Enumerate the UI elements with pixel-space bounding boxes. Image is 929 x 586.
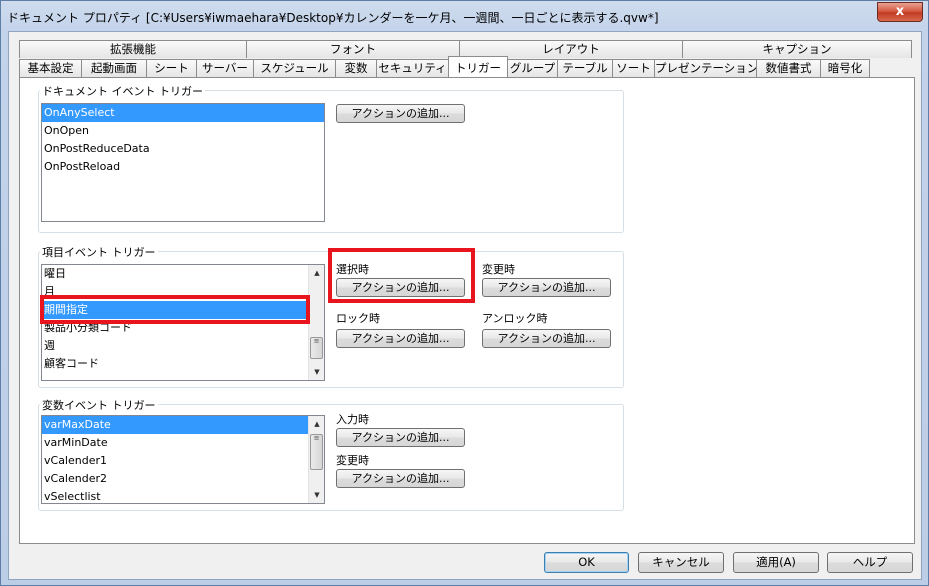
list-item[interactable]: 曜日 (42, 265, 324, 283)
dialog-body: 拡張機能 フォント レイアウト キャプション 基本設定 起動画面 シート サーバ… (8, 31, 922, 580)
close-icon[interactable]: x (877, 2, 923, 22)
tab-triggers[interactable]: トリガー (448, 56, 508, 77)
scroll-up-icon[interactable]: ▲ (309, 416, 324, 432)
list-item[interactable]: varMinDate (42, 434, 324, 452)
variable-on-change-add-action-button[interactable]: アクションの追加... (336, 469, 465, 488)
on-change-add-action-button[interactable]: アクションの追加... (482, 278, 611, 297)
tab-font[interactable]: フォント (246, 40, 460, 58)
list-item[interactable]: 月 (42, 283, 324, 301)
list-item[interactable]: OnPostReduceData (42, 140, 324, 158)
tab-groups[interactable]: グループ (507, 59, 558, 77)
variable-on-change-label: 変更時 (336, 454, 369, 467)
apply-button[interactable]: 適用(A) (733, 552, 819, 573)
tab-number[interactable]: 数値書式 (756, 59, 821, 77)
scroll-thumb[interactable]: ≡ (310, 337, 323, 359)
on-change-label: 変更時 (482, 263, 515, 276)
tab-variables[interactable]: 変数 (335, 59, 377, 77)
tab-row-bottom: 基本設定 起動画面 シート サーバー スケジュール 変数 セキュリティ トリガー… (19, 56, 870, 77)
ok-button[interactable]: OK (544, 552, 629, 573)
tab-presentation[interactable]: プレゼンテーション (654, 59, 757, 77)
field-list-scrollbar[interactable]: ▲ ≡ ▼ (308, 265, 324, 380)
document-properties-dialog: ドキュメント プロパティ [C:¥Users¥iwmaehara¥Desktop… (0, 0, 929, 586)
scroll-down-icon[interactable]: ▼ (309, 487, 324, 503)
tab-server[interactable]: サーバー (196, 59, 254, 77)
on-unlock-label: アンロック時 (482, 312, 548, 325)
tab-security[interactable]: セキュリティ (376, 59, 449, 77)
document-triggers-label: ドキュメント イベント トリガー (40, 83, 205, 99)
help-button[interactable]: ヘルプ (827, 552, 913, 573)
on-select-add-action-button[interactable]: アクションの追加... (336, 278, 465, 297)
triggers-panel: ドキュメント イベント トリガー OnAnySelect OnOpen OnPo… (19, 77, 915, 544)
list-item[interactable]: OnPostReload (42, 158, 324, 176)
title-bar[interactable]: ドキュメント プロパティ [C:¥Users¥iwmaehara¥Desktop… (1, 1, 928, 31)
list-item[interactable]: 製品小分類コード (42, 319, 324, 337)
on-lock-add-action-button[interactable]: アクションの追加... (336, 329, 465, 348)
list-item[interactable]: OnAnySelect (42, 104, 324, 122)
on-input-label: 入力時 (336, 413, 369, 426)
tab-encryption[interactable]: 暗号化 (820, 59, 870, 77)
on-select-label: 選択時 (336, 263, 369, 276)
field-event-list[interactable]: 曜日 月 期間指定 製品小分類コード 週 顧客コード ▲ ≡ ▼ (41, 264, 325, 381)
list-item[interactable]: 週 (42, 337, 324, 355)
tab-sheets[interactable]: シート (146, 59, 197, 77)
list-item[interactable]: vSelectlist (42, 488, 324, 503)
list-item[interactable]: 顧客コード (42, 355, 324, 373)
list-item[interactable]: vCalender1 (42, 452, 324, 470)
tab-sort[interactable]: ソート (612, 59, 655, 77)
document-add-action-button[interactable]: アクションの追加... (336, 104, 465, 123)
tab-general[interactable]: 基本設定 (19, 59, 82, 77)
field-triggers-label: 項目イベント トリガー (40, 244, 158, 260)
list-item[interactable]: varMaxDate (42, 416, 308, 434)
variable-list-scrollbar[interactable]: ▲ ≡ ▼ (308, 416, 324, 503)
list-item[interactable]: 期間指定 (42, 301, 308, 319)
window-title: ドキュメント プロパティ [C:¥Users¥iwmaehara¥Desktop… (7, 11, 659, 25)
tab-caption[interactable]: キャプション (682, 40, 912, 58)
variable-triggers-label: 変数イベント トリガー (40, 397, 158, 413)
list-item[interactable]: OnOpen (42, 122, 324, 140)
list-item[interactable]: vCalender2 (42, 470, 324, 488)
tab-scheduler[interactable]: スケジュール (253, 59, 336, 77)
on-unlock-add-action-button[interactable]: アクションの追加... (482, 329, 611, 348)
tab-extensions[interactable]: 拡張機能 (19, 40, 247, 58)
scroll-thumb[interactable]: ≡ (310, 434, 323, 470)
tab-tables[interactable]: テーブル (557, 59, 613, 77)
document-event-list[interactable]: OnAnySelect OnOpen OnPostReduceData OnPo… (41, 103, 325, 222)
variable-event-list[interactable]: varMaxDate varMinDate vCalender1 vCalend… (41, 415, 325, 504)
cancel-button[interactable]: キャンセル (638, 552, 724, 573)
on-input-add-action-button[interactable]: アクションの追加... (336, 428, 465, 447)
tab-opening[interactable]: 起動画面 (81, 59, 147, 77)
scroll-up-icon[interactable]: ▲ (309, 265, 324, 281)
scroll-down-icon[interactable]: ▼ (309, 364, 324, 380)
on-lock-label: ロック時 (336, 312, 380, 325)
